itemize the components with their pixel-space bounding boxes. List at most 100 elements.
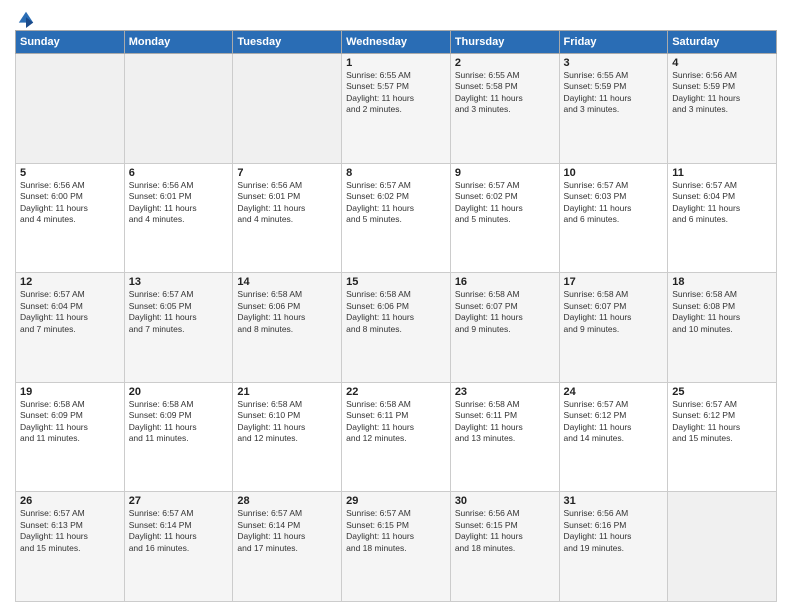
day-number: 9 xyxy=(455,167,555,179)
day-number: 1 xyxy=(346,57,446,69)
day-info: Sunrise: 6:55 AM Sunset: 5:58 PM Dayligh… xyxy=(455,70,555,116)
week-row-1: 5Sunrise: 6:56 AM Sunset: 6:00 PM Daylig… xyxy=(16,163,777,273)
day-info: Sunrise: 6:57 AM Sunset: 6:13 PM Dayligh… xyxy=(20,508,120,554)
day-info: Sunrise: 6:57 AM Sunset: 6:04 PM Dayligh… xyxy=(20,289,120,335)
day-info: Sunrise: 6:55 AM Sunset: 5:59 PM Dayligh… xyxy=(564,70,664,116)
day-info: Sunrise: 6:57 AM Sunset: 6:04 PM Dayligh… xyxy=(672,180,772,226)
day-number: 7 xyxy=(237,167,337,179)
day-number: 2 xyxy=(455,57,555,69)
day-number: 5 xyxy=(20,167,120,179)
day-cell: 31Sunrise: 6:56 AM Sunset: 6:16 PM Dayli… xyxy=(559,492,668,602)
day-info: Sunrise: 6:57 AM Sunset: 6:14 PM Dayligh… xyxy=(129,508,229,554)
day-number: 13 xyxy=(129,276,229,288)
day-number: 26 xyxy=(20,495,120,507)
header xyxy=(15,10,777,24)
day-info: Sunrise: 6:58 AM Sunset: 6:09 PM Dayligh… xyxy=(20,399,120,445)
day-cell: 19Sunrise: 6:58 AM Sunset: 6:09 PM Dayli… xyxy=(16,382,125,492)
day-number: 15 xyxy=(346,276,446,288)
day-number: 11 xyxy=(672,167,772,179)
day-cell xyxy=(16,54,125,164)
day-cell: 18Sunrise: 6:58 AM Sunset: 6:08 PM Dayli… xyxy=(668,273,777,383)
day-number: 8 xyxy=(346,167,446,179)
weekday-sunday: Sunday xyxy=(16,31,125,54)
day-cell: 10Sunrise: 6:57 AM Sunset: 6:03 PM Dayli… xyxy=(559,163,668,273)
day-info: Sunrise: 6:57 AM Sunset: 6:12 PM Dayligh… xyxy=(564,399,664,445)
day-info: Sunrise: 6:58 AM Sunset: 6:08 PM Dayligh… xyxy=(672,289,772,335)
day-info: Sunrise: 6:58 AM Sunset: 6:09 PM Dayligh… xyxy=(129,399,229,445)
day-cell: 12Sunrise: 6:57 AM Sunset: 6:04 PM Dayli… xyxy=(16,273,125,383)
day-info: Sunrise: 6:58 AM Sunset: 6:11 PM Dayligh… xyxy=(455,399,555,445)
day-number: 4 xyxy=(672,57,772,69)
day-info: Sunrise: 6:56 AM Sunset: 6:16 PM Dayligh… xyxy=(564,508,664,554)
day-cell: 22Sunrise: 6:58 AM Sunset: 6:11 PM Dayli… xyxy=(342,382,451,492)
page: SundayMondayTuesdayWednesdayThursdayFrid… xyxy=(0,0,792,612)
day-cell: 5Sunrise: 6:56 AM Sunset: 6:00 PM Daylig… xyxy=(16,163,125,273)
day-cell: 23Sunrise: 6:58 AM Sunset: 6:11 PM Dayli… xyxy=(450,382,559,492)
day-number: 19 xyxy=(20,386,120,398)
day-info: Sunrise: 6:57 AM Sunset: 6:15 PM Dayligh… xyxy=(346,508,446,554)
day-cell: 14Sunrise: 6:58 AM Sunset: 6:06 PM Dayli… xyxy=(233,273,342,383)
day-cell: 24Sunrise: 6:57 AM Sunset: 6:12 PM Dayli… xyxy=(559,382,668,492)
day-cell: 17Sunrise: 6:58 AM Sunset: 6:07 PM Dayli… xyxy=(559,273,668,383)
day-info: Sunrise: 6:57 AM Sunset: 6:02 PM Dayligh… xyxy=(455,180,555,226)
day-info: Sunrise: 6:58 AM Sunset: 6:06 PM Dayligh… xyxy=(237,289,337,335)
weekday-monday: Monday xyxy=(124,31,233,54)
day-cell: 20Sunrise: 6:58 AM Sunset: 6:09 PM Dayli… xyxy=(124,382,233,492)
logo-icon xyxy=(17,10,35,28)
day-number: 12 xyxy=(20,276,120,288)
weekday-saturday: Saturday xyxy=(668,31,777,54)
day-info: Sunrise: 6:57 AM Sunset: 6:03 PM Dayligh… xyxy=(564,180,664,226)
day-cell: 26Sunrise: 6:57 AM Sunset: 6:13 PM Dayli… xyxy=(16,492,125,602)
day-cell: 4Sunrise: 6:56 AM Sunset: 5:59 PM Daylig… xyxy=(668,54,777,164)
day-number: 20 xyxy=(129,386,229,398)
weekday-wednesday: Wednesday xyxy=(342,31,451,54)
day-info: Sunrise: 6:57 AM Sunset: 6:14 PM Dayligh… xyxy=(237,508,337,554)
day-info: Sunrise: 6:56 AM Sunset: 6:01 PM Dayligh… xyxy=(129,180,229,226)
day-cell: 29Sunrise: 6:57 AM Sunset: 6:15 PM Dayli… xyxy=(342,492,451,602)
day-number: 25 xyxy=(672,386,772,398)
day-info: Sunrise: 6:57 AM Sunset: 6:12 PM Dayligh… xyxy=(672,399,772,445)
day-info: Sunrise: 6:58 AM Sunset: 6:10 PM Dayligh… xyxy=(237,399,337,445)
weekday-header-row: SundayMondayTuesdayWednesdayThursdayFrid… xyxy=(16,31,777,54)
day-cell xyxy=(124,54,233,164)
week-row-4: 26Sunrise: 6:57 AM Sunset: 6:13 PM Dayli… xyxy=(16,492,777,602)
weekday-thursday: Thursday xyxy=(450,31,559,54)
logo xyxy=(15,10,35,24)
weekday-tuesday: Tuesday xyxy=(233,31,342,54)
day-cell: 15Sunrise: 6:58 AM Sunset: 6:06 PM Dayli… xyxy=(342,273,451,383)
day-cell: 25Sunrise: 6:57 AM Sunset: 6:12 PM Dayli… xyxy=(668,382,777,492)
day-number: 21 xyxy=(237,386,337,398)
day-number: 28 xyxy=(237,495,337,507)
day-cell xyxy=(233,54,342,164)
week-row-0: 1Sunrise: 6:55 AM Sunset: 5:57 PM Daylig… xyxy=(16,54,777,164)
day-info: Sunrise: 6:56 AM Sunset: 6:00 PM Dayligh… xyxy=(20,180,120,226)
day-cell: 30Sunrise: 6:56 AM Sunset: 6:15 PM Dayli… xyxy=(450,492,559,602)
day-number: 27 xyxy=(129,495,229,507)
calendar-table: SundayMondayTuesdayWednesdayThursdayFrid… xyxy=(15,30,777,602)
day-number: 22 xyxy=(346,386,446,398)
day-cell: 8Sunrise: 6:57 AM Sunset: 6:02 PM Daylig… xyxy=(342,163,451,273)
week-row-2: 12Sunrise: 6:57 AM Sunset: 6:04 PM Dayli… xyxy=(16,273,777,383)
day-cell: 13Sunrise: 6:57 AM Sunset: 6:05 PM Dayli… xyxy=(124,273,233,383)
day-number: 24 xyxy=(564,386,664,398)
day-info: Sunrise: 6:56 AM Sunset: 5:59 PM Dayligh… xyxy=(672,70,772,116)
day-cell: 7Sunrise: 6:56 AM Sunset: 6:01 PM Daylig… xyxy=(233,163,342,273)
day-cell: 16Sunrise: 6:58 AM Sunset: 6:07 PM Dayli… xyxy=(450,273,559,383)
day-info: Sunrise: 6:58 AM Sunset: 6:07 PM Dayligh… xyxy=(455,289,555,335)
day-number: 31 xyxy=(564,495,664,507)
day-number: 14 xyxy=(237,276,337,288)
day-number: 6 xyxy=(129,167,229,179)
day-cell: 1Sunrise: 6:55 AM Sunset: 5:57 PM Daylig… xyxy=(342,54,451,164)
day-info: Sunrise: 6:56 AM Sunset: 6:15 PM Dayligh… xyxy=(455,508,555,554)
day-cell: 9Sunrise: 6:57 AM Sunset: 6:02 PM Daylig… xyxy=(450,163,559,273)
day-number: 29 xyxy=(346,495,446,507)
day-info: Sunrise: 6:58 AM Sunset: 6:11 PM Dayligh… xyxy=(346,399,446,445)
day-info: Sunrise: 6:58 AM Sunset: 6:06 PM Dayligh… xyxy=(346,289,446,335)
weekday-friday: Friday xyxy=(559,31,668,54)
day-cell: 28Sunrise: 6:57 AM Sunset: 6:14 PM Dayli… xyxy=(233,492,342,602)
day-number: 16 xyxy=(455,276,555,288)
day-number: 3 xyxy=(564,57,664,69)
day-info: Sunrise: 6:55 AM Sunset: 5:57 PM Dayligh… xyxy=(346,70,446,116)
day-number: 23 xyxy=(455,386,555,398)
day-cell: 27Sunrise: 6:57 AM Sunset: 6:14 PM Dayli… xyxy=(124,492,233,602)
